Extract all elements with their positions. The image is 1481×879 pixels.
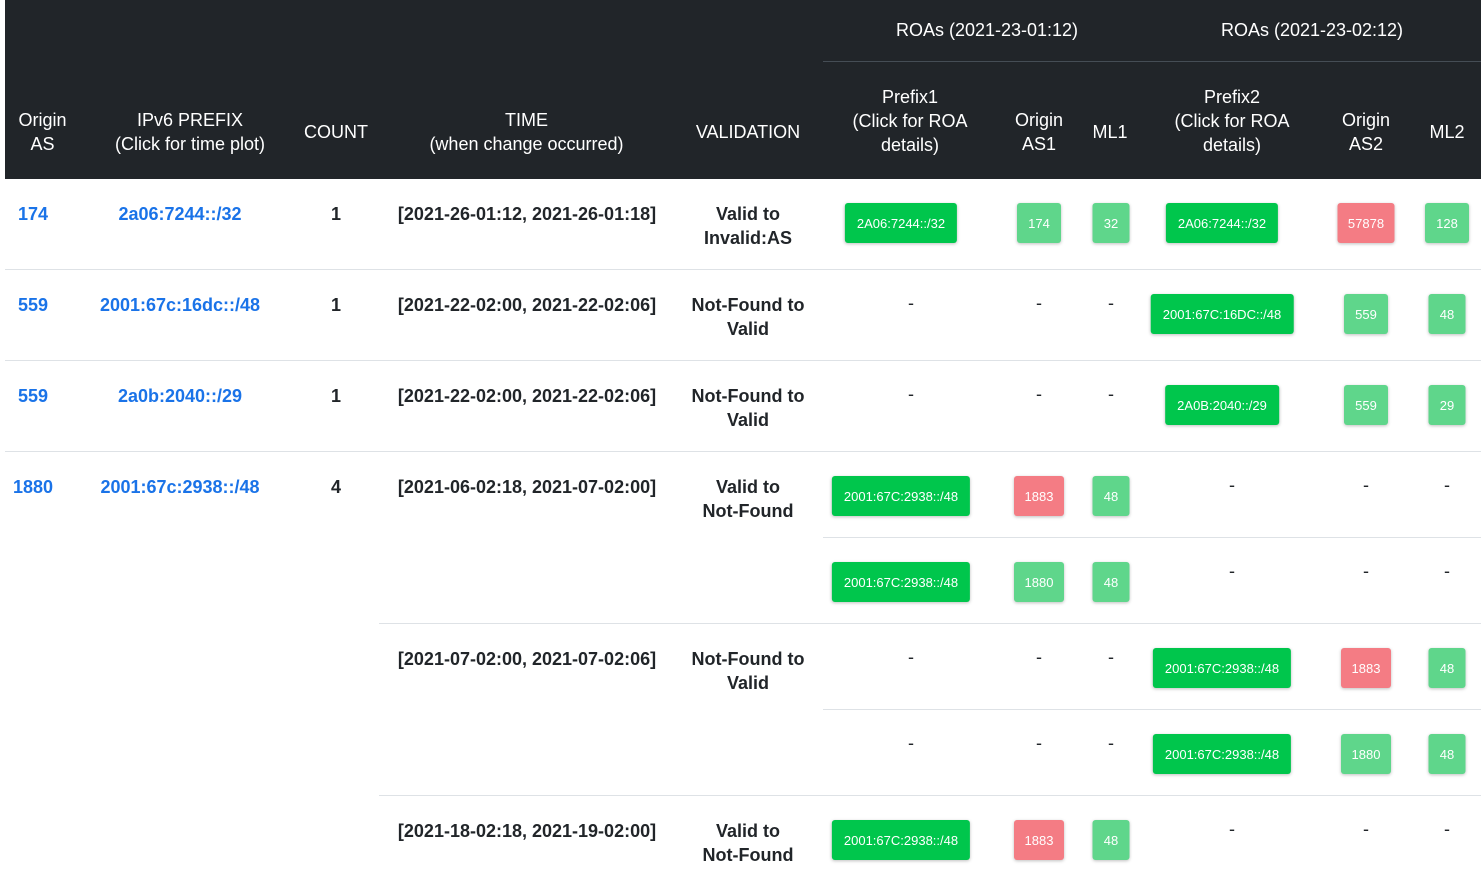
ml2-badge: 48 bbox=[1428, 294, 1466, 334]
ml2-badge: 29 bbox=[1428, 385, 1466, 425]
origin-as-link[interactable]: 559 bbox=[18, 293, 48, 317]
ml1-empty: - bbox=[1108, 384, 1114, 404]
col-count: COUNT bbox=[304, 122, 368, 142]
prefix-link[interactable]: 2a06:7244::/32 bbox=[118, 202, 241, 226]
col-time: TIME (when change occurred) bbox=[429, 110, 624, 154]
origin-as2-badge: 1883 bbox=[1341, 648, 1391, 688]
prefix-link[interactable]: 2001:67c:16dc::/48 bbox=[100, 293, 260, 317]
row-divider bbox=[823, 709, 1481, 710]
ml1-empty: - bbox=[1108, 647, 1114, 667]
prefix1-empty: - bbox=[908, 293, 914, 313]
ml2-empty: - bbox=[1444, 819, 1450, 839]
roa-validation-table: ROAs (2021-23-01:12) ROAs (2021-23-02:12… bbox=[5, 0, 1481, 879]
ml2-empty: - bbox=[1444, 475, 1450, 495]
col-origin-as1: Origin AS1 bbox=[1014, 110, 1063, 154]
row-divider bbox=[379, 795, 1481, 796]
origin-as2-badge: 559 bbox=[1344, 385, 1388, 425]
ml2-badge: 128 bbox=[1425, 203, 1469, 243]
ml1-badge: 48 bbox=[1092, 476, 1130, 516]
origin-as2-badge: 1880 bbox=[1341, 734, 1391, 774]
row-divider bbox=[5, 451, 1481, 452]
col-origin-as: Origin AS bbox=[18, 110, 67, 154]
time-range: [2021-26-01:12, 2021-26-01:18] bbox=[397, 204, 657, 224]
validation-status: Valid to Invalid:AS bbox=[703, 204, 793, 248]
origin-as1-badge: 1883 bbox=[1014, 820, 1064, 860]
roa-prefix1-badge[interactable]: 2001:67C:2938::/48 bbox=[831, 476, 971, 516]
table-header: ROAs (2021-23-01:12) ROAs (2021-23-02:12… bbox=[5, 0, 1481, 179]
count-value: 1 bbox=[330, 295, 342, 315]
roa-group-2-header: ROAs (2021-23-02:12) bbox=[1220, 20, 1404, 40]
time-range: [2021-06-02:18, 2021-07-02:00] bbox=[397, 477, 657, 497]
roa-prefix1-badge[interactable]: 2001:67C:2938::/48 bbox=[831, 820, 971, 860]
row-divider bbox=[5, 269, 1481, 270]
prefix-link[interactable]: 2a0b:2040::/29 bbox=[118, 384, 242, 408]
col-validation: VALIDATION bbox=[695, 122, 801, 142]
col-prefix2: Prefix2 (Click for ROA details) bbox=[1174, 86, 1290, 155]
roa-prefix1-badge[interactable]: 2A06:7244::/32 bbox=[844, 203, 958, 243]
row-divider bbox=[5, 360, 1481, 361]
roa-group-1-header: ROAs (2021-23-01:12) bbox=[895, 20, 1079, 40]
origin-as1-empty: - bbox=[1036, 293, 1042, 313]
origin-as1-empty: - bbox=[1036, 384, 1042, 404]
prefix2-empty: - bbox=[1229, 819, 1235, 839]
validation-status: Not-Found to Valid bbox=[691, 295, 805, 339]
origin-as-link[interactable]: 559 bbox=[18, 384, 48, 408]
col-ml1: ML1 bbox=[1092, 122, 1128, 142]
prefix1-empty: - bbox=[908, 384, 914, 404]
validation-status: Not-Found to Valid bbox=[691, 649, 805, 693]
ml1-badge: 48 bbox=[1092, 820, 1130, 860]
origin-as1-empty: - bbox=[1036, 647, 1042, 667]
origin-as1-badge: 1880 bbox=[1014, 562, 1064, 602]
origin-as-link[interactable]: 1880 bbox=[13, 475, 53, 499]
time-range: [2021-18-02:18, 2021-19-02:00] bbox=[397, 821, 657, 841]
origin-as-link[interactable]: 174 bbox=[18, 202, 48, 226]
time-range: [2021-22-02:00, 2021-22-02:06] bbox=[397, 295, 657, 315]
validation-status: Valid to Not-Found bbox=[702, 821, 794, 865]
origin-as2-badge: 57878 bbox=[1337, 203, 1395, 243]
origin-as1-badge: 174 bbox=[1017, 203, 1061, 243]
origin-as2-badge: 559 bbox=[1344, 294, 1388, 334]
row-divider bbox=[823, 537, 1481, 538]
count-value: 1 bbox=[330, 386, 342, 406]
ml2-empty: - bbox=[1444, 561, 1450, 581]
prefix2-empty: - bbox=[1229, 561, 1235, 581]
prefix2-empty: - bbox=[1229, 475, 1235, 495]
roa-prefix2-badge[interactable]: 2001:67C:2938::/48 bbox=[1152, 734, 1292, 774]
ml1-badge: 48 bbox=[1092, 562, 1130, 602]
col-prefix1: Prefix1 (Click for ROA details) bbox=[852, 86, 968, 155]
origin-as1-empty: - bbox=[1036, 733, 1042, 753]
origin-as2-empty: - bbox=[1363, 819, 1369, 839]
count-value: 1 bbox=[330, 204, 342, 224]
origin-as1-badge: 1883 bbox=[1014, 476, 1064, 516]
prefix1-empty: - bbox=[908, 647, 914, 667]
col-ipv6-prefix: IPv6 PREFIX (Click for time plot) bbox=[114, 110, 266, 154]
ml1-badge: 32 bbox=[1092, 203, 1130, 243]
ml2-badge: 48 bbox=[1428, 734, 1466, 774]
ml2-badge: 48 bbox=[1428, 648, 1466, 688]
roa-prefix2-badge[interactable]: 2001:67C:2938::/48 bbox=[1152, 648, 1292, 688]
validation-status: Not-Found to Valid bbox=[691, 386, 805, 430]
prefix-link[interactable]: 2001:67c:2938::/48 bbox=[100, 475, 259, 499]
count-value: 4 bbox=[330, 477, 342, 497]
ml1-empty: - bbox=[1108, 733, 1114, 753]
validation-status: Valid to Not-Found bbox=[702, 477, 794, 521]
time-range: [2021-22-02:00, 2021-22-02:06] bbox=[397, 386, 657, 406]
prefix1-empty: - bbox=[908, 733, 914, 753]
origin-as2-empty: - bbox=[1363, 475, 1369, 495]
origin-as2-empty: - bbox=[1363, 561, 1369, 581]
col-ml2: ML2 bbox=[1429, 122, 1465, 142]
row-divider bbox=[379, 623, 1481, 624]
roa-prefix2-badge[interactable]: 2001:67C:16DC::/48 bbox=[1150, 294, 1294, 334]
roa-prefix1-badge[interactable]: 2001:67C:2938::/48 bbox=[831, 562, 971, 602]
col-origin-as2: Origin AS2 bbox=[1341, 110, 1390, 154]
roa-prefix2-badge[interactable]: 2A0B:2040::/29 bbox=[1165, 385, 1279, 425]
roa-prefix2-badge[interactable]: 2A06:7244::/32 bbox=[1165, 203, 1279, 243]
time-range: [2021-07-02:00, 2021-07-02:06] bbox=[397, 649, 657, 669]
ml1-empty: - bbox=[1108, 293, 1114, 313]
